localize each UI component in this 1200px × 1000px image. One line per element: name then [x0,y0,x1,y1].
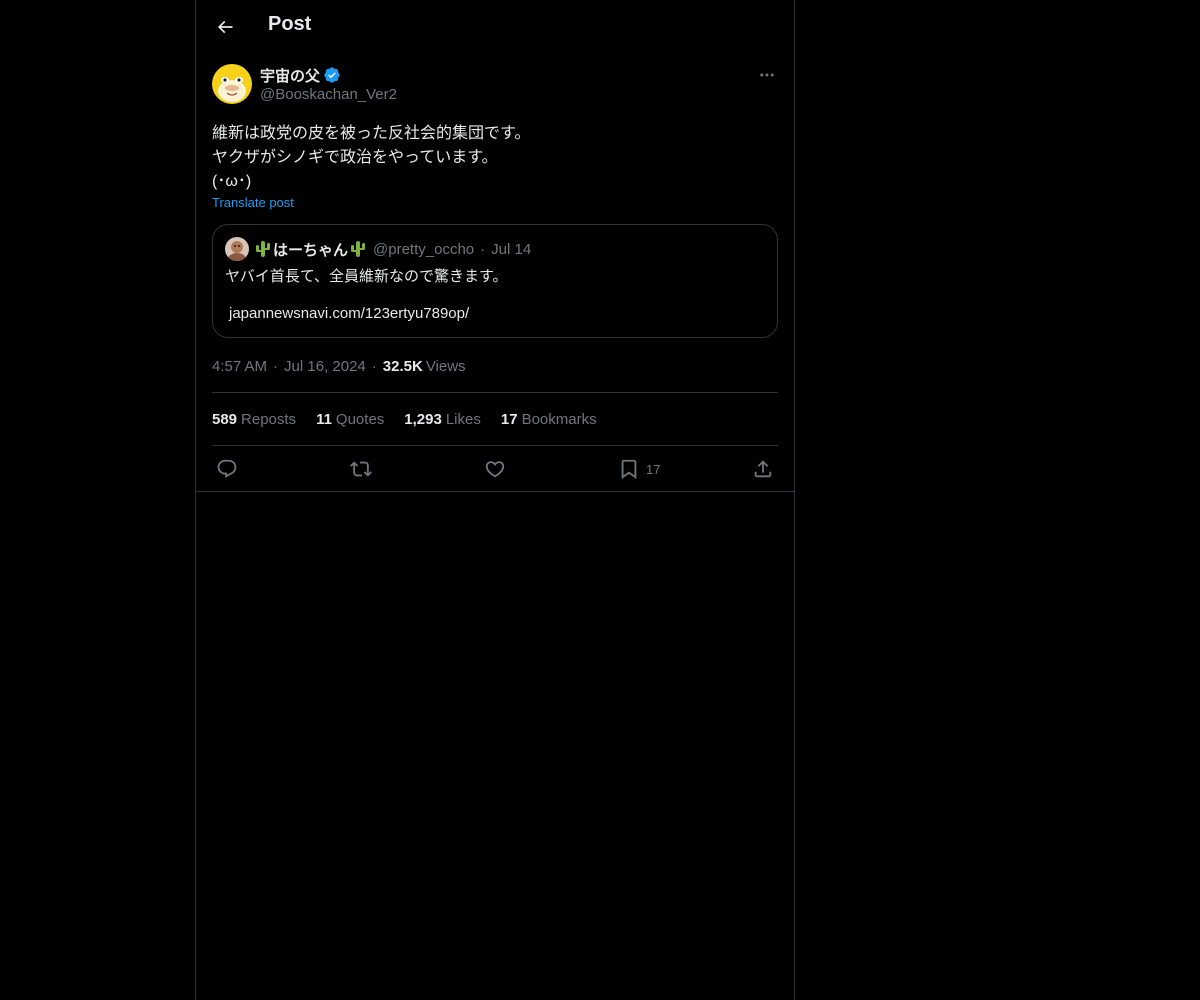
reply-button[interactable] [216,458,238,480]
avatar-image [212,64,252,104]
likes-stat[interactable]: 1,293 Likes [404,411,481,428]
cactus-emoji-icon [256,241,270,257]
bookmark-button[interactable]: 17 [618,458,660,480]
bookmarks-label: Bookmarks [521,410,597,428]
quoted-post-header: はーちゃん @pretty_occho · Jul 14 [225,237,531,261]
post-meta: 4:57 AM · Jul 16, 2024 · 32.5K Views [212,356,778,376]
post-time[interactable]: 4:57 AM [212,358,267,375]
views-label: Views [425,357,466,375]
page-header: Post [196,0,794,53]
quoted-author-handle: @pretty_occho [373,240,475,258]
action-bar: 17 [212,446,778,494]
post-text-line: ヤクザがシノギで政治をやっています。 [212,149,498,166]
translate-post-link[interactable]: Translate post [212,195,294,210]
back-button[interactable] [208,10,242,44]
quoted-author-display-name: はーちゃん [273,241,349,259]
quoted-post[interactable]: はーちゃん @pretty_occho · Jul 14 ヤバイ首長て、全員維新… [212,224,778,338]
page-title: Post [268,13,312,35]
quoted-post-link[interactable]: japannewsnavi.com/123ertyu789op/ [229,305,469,322]
primary-column: Post 宇宙の父 @Booskachan_Ver2 維新は政党の皮を被った反社… [195,0,795,1000]
share-button[interactable] [752,458,774,480]
bookmarks-count: 17 [500,410,518,428]
author-names: 宇宙の父 @Booskachan_Ver2 [260,65,397,103]
more-options-button[interactable] [756,64,778,86]
reposts-stat[interactable]: 589 Reposts [212,411,296,428]
bookmark-action-count: 17 [646,461,661,477]
author-handle[interactable]: @Booskachan_Ver2 [260,86,397,103]
quoted-author-avatar [225,237,249,261]
quoted-separator: · [480,240,486,258]
quotes-count: 11 [316,410,332,428]
post-article: 宇宙の父 @Booskachan_Ver2 維新は政党の皮を被った反社会的集団で… [212,64,778,494]
quoted-post-date: Jul 14 [491,240,532,258]
share-icon [754,460,772,478]
quoted-post-text: ヤバイ首長て、全員維新なので驚きます。 [225,268,508,285]
like-button[interactable] [484,458,506,480]
repost-button[interactable] [350,458,372,480]
post-date[interactable]: Jul 16, 2024 [284,358,366,375]
reply-icon [217,459,237,478]
author-avatar[interactable] [212,64,252,104]
reposts-label: Reposts [241,410,297,428]
cactus-emoji-icon [351,241,366,257]
meta-separator: · [273,357,279,375]
more-horizontal-icon [760,73,774,77]
views-count: 32.5K [382,357,423,375]
quotes-label: Quotes [335,410,385,428]
post-bottom-divider [196,491,794,492]
post-text-line: 維新は政党の皮を被った反社会的集団です。 [212,125,531,142]
arrow-left-icon [217,20,233,34]
reposts-count: 589 [212,410,238,428]
author-display-name[interactable]: 宇宙の父 [260,65,320,86]
post-text: 維新は政党の皮を被った反社会的集団です。 ヤクザがシノギで政治をやっています。 … [212,122,778,194]
engagement-stats: 589 Reposts 11 Quotes 1,293 Likes 17 Bookmar… [212,393,778,445]
heart-icon [485,461,505,478]
meta-separator: · [371,357,377,375]
bookmark-icon [621,459,637,480]
repost-icon [350,461,372,477]
verified-badge-icon[interactable] [323,66,341,84]
bookmarks-stat[interactable]: 17 Bookmarks [501,411,597,428]
likes-count: 1,293 [404,410,442,428]
author-row: 宇宙の父 @Booskachan_Ver2 [212,64,778,108]
quotes-stat[interactable]: 11 Quotes [316,411,384,428]
likes-label: Likes [445,410,481,428]
post-text-line: (･ω･) [212,173,252,190]
